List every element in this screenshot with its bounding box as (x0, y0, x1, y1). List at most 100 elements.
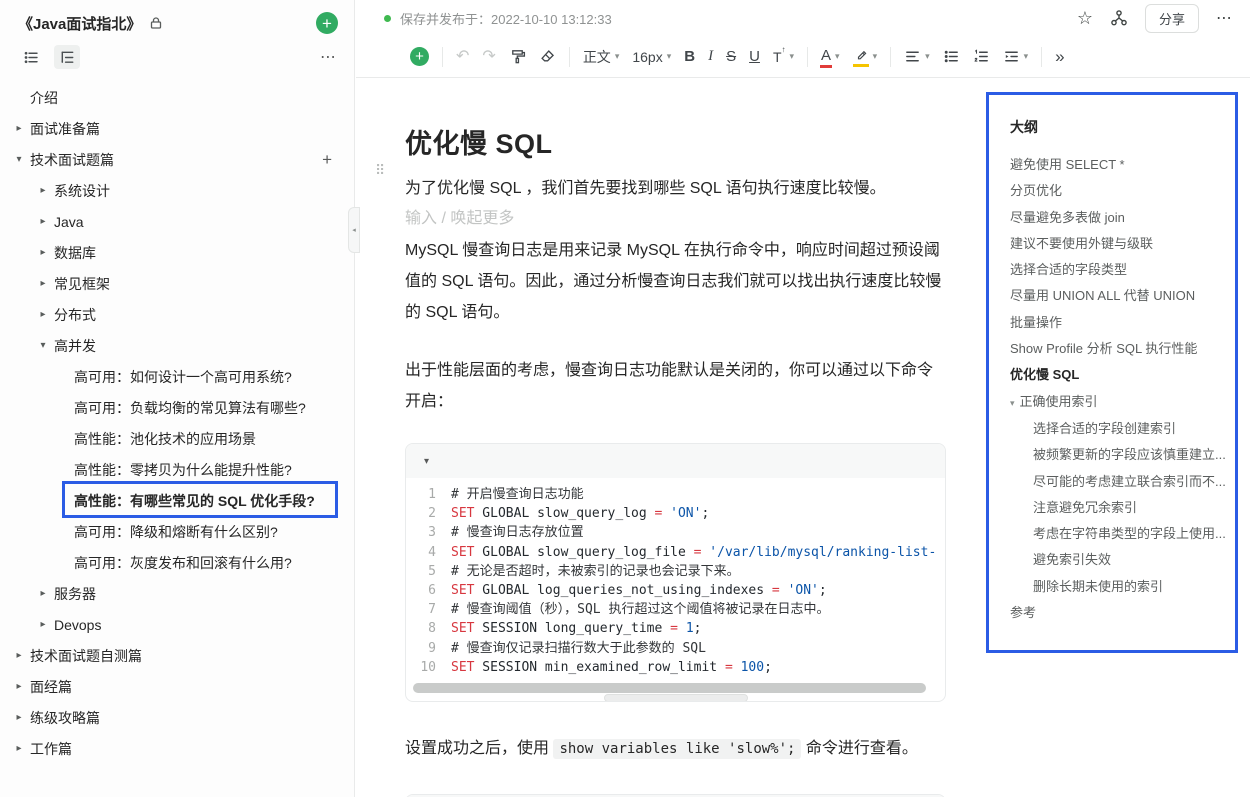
sidebar-item[interactable]: 高可用：如何设计一个高可用系统? (0, 361, 354, 392)
outline-item[interactable]: 优化慢 SQL (1010, 362, 1235, 388)
redo-icon[interactable]: ↷ (482, 49, 495, 65)
code-line[interactable]: 10SET SESSION min_examined_row_limit = 1… (406, 658, 945, 677)
sidebar-item[interactable]: ▸技术面试题自测篇 (0, 640, 354, 671)
caret-down-icon[interactable]: ▾ (1010, 398, 1015, 408)
caret-down-icon[interactable]: ▾ (8, 154, 30, 165)
paragraph-style-dropdown[interactable]: 正文▾ (583, 47, 620, 67)
code-line[interactable]: 7# 慢查询阈值（秒），SQL 执行超过这个阈值将被记录在日志中。 (406, 600, 945, 619)
sidebar-item[interactable]: ▸常见框架 (0, 268, 354, 299)
outline-item[interactable]: 参考 (1010, 600, 1235, 626)
sidebar-item[interactable]: ▸服务器 (0, 578, 354, 609)
undo-icon[interactable]: ↶ (456, 49, 469, 65)
caret-right-icon[interactable]: ▸ (32, 588, 54, 599)
code-line[interactable]: 9# 慢查询仅记录扫描行数大于此参数的 SQL (406, 639, 945, 658)
caret-right-icon[interactable]: ▸ (32, 247, 54, 258)
align-dropdown[interactable]: ▾ (904, 48, 930, 65)
highlight-color-dropdown[interactable]: ▾ (853, 48, 878, 65)
code-line[interactable]: 8SET SESSION long_query_time = 1; (406, 619, 945, 638)
code-line[interactable]: 6SET GLOBAL log_queries_not_using_indexe… (406, 581, 945, 600)
outline-item[interactable]: Show Profile 分析 SQL 执行性能 (1010, 336, 1235, 362)
caret-right-icon[interactable]: ▸ (32, 309, 54, 320)
editor-placeholder[interactable]: 输入 / 唤起更多 (405, 204, 946, 233)
outline-item[interactable]: 分页优化 (1010, 178, 1235, 204)
outline-item[interactable]: 被频繁更新的字段应该慎重建立... (1010, 442, 1235, 468)
outline-item[interactable]: 删除长期未使用的索引 (1010, 574, 1235, 600)
add-child-doc-button[interactable]: + (322, 150, 332, 170)
sidebar-item[interactable]: 高可用：负载均衡的常见算法有哪些? (0, 392, 354, 423)
sidebar-item[interactable]: 高可用：灰度发布和回滚有什么用? (0, 547, 354, 578)
sidebar-more-icon[interactable]: ⋯ (320, 47, 336, 67)
sidebar-item[interactable]: ▸Devops (0, 609, 354, 640)
insert-block-button[interactable]: + (410, 47, 429, 66)
sidebar-item[interactable]: ▸Java (0, 206, 354, 237)
outline-item[interactable]: 尽可能的考虑建立联合索引而不... (1010, 469, 1235, 495)
outline-item[interactable]: 避免使用 SELECT * (1010, 152, 1235, 178)
bullet-list-button[interactable] (943, 48, 960, 65)
caret-right-icon[interactable]: ▸ (8, 681, 30, 692)
code-line[interactable]: 3# 慢查询日志存放位置 (406, 523, 945, 542)
caret-right-icon[interactable]: ▸ (32, 619, 54, 630)
font-size-dropdown[interactable]: 16px▾ (632, 49, 671, 65)
code-line[interactable]: 4SET GLOBAL slow_query_log_file = '/var/… (406, 543, 945, 562)
sidebar-item[interactable]: ▸系统设计 (0, 175, 354, 206)
horizontal-scrollbar[interactable] (413, 683, 926, 693)
outline-item[interactable]: 选择合适的字段类型 (1010, 257, 1235, 283)
outline-item[interactable]: 注意避免冗余索引 (1010, 495, 1235, 521)
outline-item[interactable]: 建议不要使用外键与级联 (1010, 231, 1235, 257)
sidebar-item[interactable]: ▾技术面试题篇+ (0, 144, 354, 175)
tree-view-icon[interactable] (54, 45, 80, 69)
sidebar-item[interactable]: ▸面经篇 (0, 671, 354, 702)
header-more-icon[interactable]: ⋯ (1216, 8, 1232, 28)
paragraph[interactable]: 设置成功之后，使用 show variables like 'slow%'; 命… (405, 733, 946, 765)
share-button[interactable]: 分享 (1145, 4, 1199, 33)
block-drag-handle-icon[interactable]: ⠿ (375, 162, 385, 179)
list-view-icon[interactable] (18, 45, 44, 69)
doc-title[interactable]: 优化慢 SQL (405, 122, 946, 161)
caret-right-icon[interactable]: ▸ (8, 712, 30, 723)
outline-item[interactable]: 尽量避免多表做 join (1010, 205, 1235, 231)
outline-item[interactable]: 尽量用 UNION ALL 代替 UNION (1010, 283, 1235, 309)
paragraph[interactable]: MySQL 慢查询日志是用来记录 MySQL 在执行命令中，响应时间超过预设阈值… (405, 235, 946, 328)
sidebar-item[interactable]: ▸数据库 (0, 237, 354, 268)
code-line[interactable]: 5# 无论是否超时，未被索引的记录也会记录下来。 (406, 562, 945, 581)
caret-right-icon[interactable]: ▸ (32, 216, 54, 227)
outline-item[interactable]: 避免索引失效 (1010, 547, 1235, 573)
outline-item[interactable]: 批量操作 (1010, 310, 1235, 336)
strikethrough-button[interactable]: S (726, 48, 736, 65)
underline-button[interactable]: U (749, 48, 760, 65)
outline-item[interactable]: 考虑在字符串类型的字段上使用... (1010, 521, 1235, 547)
sidebar-item[interactable]: 高性能：有哪些常见的 SQL 优化手段? (0, 485, 354, 516)
caret-down-icon[interactable]: ▾ (32, 340, 54, 351)
caret-right-icon[interactable]: ▸ (8, 743, 30, 754)
paragraph[interactable]: 出于性能层面的考虑，慢查询日志功能默认是关闭的，你可以通过以下命令开启： (405, 355, 946, 417)
sidebar-item[interactable]: 高性能：池化技术的应用场景 (0, 423, 354, 454)
bold-button[interactable]: B (684, 48, 695, 65)
sidebar-collapse-handle[interactable]: ◂ (348, 207, 360, 253)
new-doc-button[interactable]: + (316, 12, 338, 34)
format-painter-icon[interactable] (509, 48, 526, 65)
code-content[interactable]: 1# 开启慢查询日志功能2SET GLOBAL slow_query_log =… (406, 478, 945, 701)
indent-dropdown[interactable]: ▾ (1003, 48, 1029, 65)
italic-button[interactable]: I (708, 48, 713, 65)
code-line[interactable]: 1# 开启慢查询日志功能 (406, 485, 945, 504)
numbered-list-button[interactable] (973, 48, 990, 65)
caret-right-icon[interactable]: ▸ (8, 123, 30, 134)
line-spacing-dropdown[interactable]: T↑ ▾ (773, 49, 794, 65)
caret-right-icon[interactable]: ▸ (32, 185, 54, 196)
paragraph[interactable]: 为了优化慢 SQL ，我们首先要找到哪些 SQL 语句执行速度比较慢。 (405, 173, 946, 204)
sidebar-item[interactable]: 高可用：降级和熔断有什么区别? (0, 516, 354, 547)
toolbar-more-icon[interactable]: » (1055, 48, 1064, 65)
code-line[interactable]: 2SET GLOBAL slow_query_log = 'ON'; (406, 504, 945, 523)
clear-format-icon[interactable] (539, 48, 556, 65)
sidebar-item[interactable]: 高性能：零拷贝为什么能提升性能? (0, 454, 354, 485)
sidebar-item[interactable]: ▸练级攻略篇 (0, 702, 354, 733)
code-collapse-icon[interactable]: ▾ (424, 456, 429, 467)
caret-right-icon[interactable]: ▸ (32, 278, 54, 289)
sidebar-item[interactable]: ▸分布式 (0, 299, 354, 330)
code-block-sql-settings[interactable]: ▾ 1# 开启慢查询日志功能2SET GLOBAL slow_query_log… (405, 443, 946, 702)
code-resize-handle[interactable] (604, 694, 748, 702)
outline-item[interactable]: 选择合适的字段创建索引 (1010, 416, 1235, 442)
sidebar-item[interactable]: ▸工作篇 (0, 733, 354, 764)
collaboration-icon[interactable] (1110, 9, 1128, 27)
outline-item[interactable]: ▾正确使用索引 (1010, 389, 1235, 416)
